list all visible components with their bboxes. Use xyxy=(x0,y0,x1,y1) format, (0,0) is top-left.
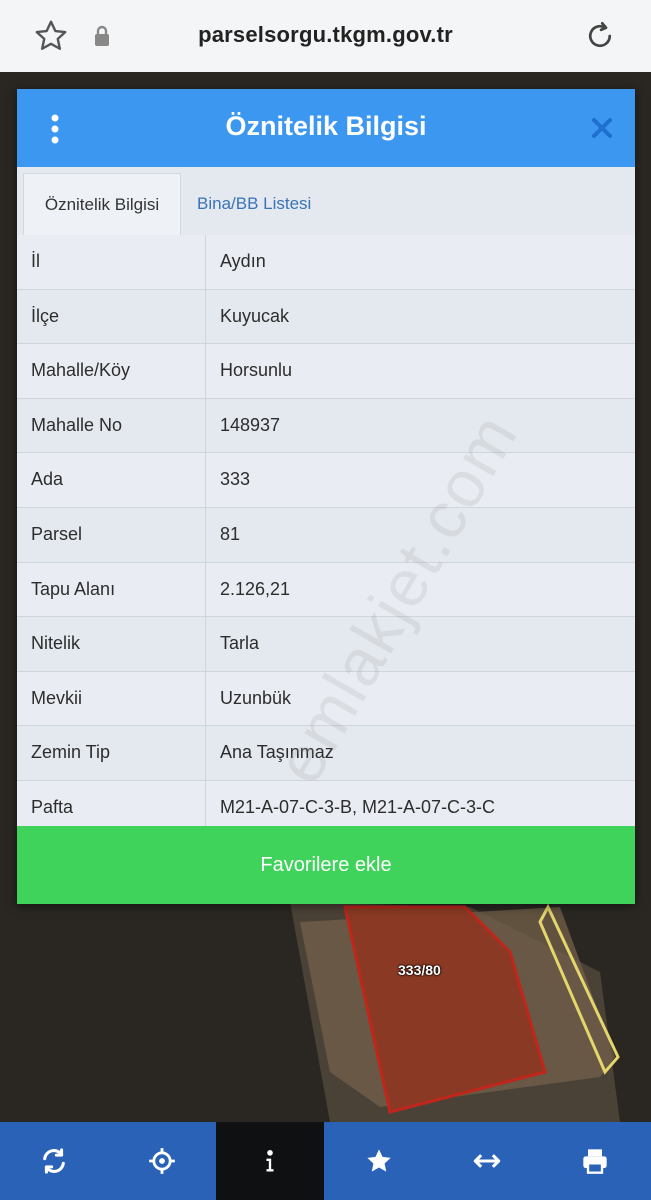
row-value: 2.126,21 xyxy=(220,578,291,599)
tab-oznitelik-bilgisi[interactable]: Öznitelik Bilgisi xyxy=(23,173,181,235)
info-button[interactable] xyxy=(216,1122,324,1200)
attribute-table: İl Aydın İlçe Kuyucak Mahalle/Köy Horsunlu … xyxy=(17,235,635,836)
refresh-icon xyxy=(43,1148,65,1174)
row-value: Horsunlu xyxy=(220,360,293,381)
add-favorite-button[interactable]: Favorilere ekle xyxy=(17,826,635,904)
row-value: 148937 xyxy=(220,414,281,435)
row-key: İlçe xyxy=(31,305,60,326)
url-bar[interactable]: parselsorgu.tkgm.gov.tr xyxy=(0,22,651,48)
row-value: Uzunbük xyxy=(220,687,292,708)
table-row: Nitelik Tarla xyxy=(17,617,635,672)
star-icon xyxy=(367,1149,391,1172)
reload-icon[interactable] xyxy=(582,18,618,54)
dialog-header: Öznitelik Bilgisi xyxy=(17,89,635,167)
table-row: Zemin Tip Ana Taşınmaz xyxy=(17,726,635,781)
row-key: Ada xyxy=(31,469,64,490)
row-value: Aydın xyxy=(220,251,266,271)
measure-button[interactable] xyxy=(433,1122,541,1200)
locate-icon xyxy=(149,1148,175,1174)
row-key: Parsel xyxy=(31,523,83,544)
dialog-tabs: Öznitelik Bilgisi Bina/BB Listesi xyxy=(17,167,635,236)
row-value: 81 xyxy=(220,523,241,544)
print-icon xyxy=(583,1149,607,1174)
attribute-dialog: Öznitelik Bilgisi Öznitelik Bilgisi Bina… xyxy=(17,89,635,904)
locate-button[interactable] xyxy=(108,1122,216,1200)
info-icon xyxy=(266,1150,274,1172)
bottom-toolbar xyxy=(0,1122,651,1200)
table-row: Mahalle/Köy Horsunlu xyxy=(17,344,635,399)
print-button[interactable] xyxy=(541,1122,649,1200)
row-key: İl xyxy=(31,251,40,271)
browser-top-bar: parselsorgu.tkgm.gov.tr xyxy=(0,0,651,72)
refresh-button[interactable] xyxy=(0,1122,108,1200)
row-value: Ana Taşınmaz xyxy=(220,742,334,763)
row-key: Mahalle No xyxy=(31,414,123,435)
table-row: Ada 333 xyxy=(17,453,635,508)
parcel-label: 333/80 xyxy=(398,962,441,978)
row-key: Mevkii xyxy=(31,687,83,708)
table-row: Tapu Alanı 2.126,21 xyxy=(17,562,635,618)
row-value: 333 xyxy=(220,469,251,490)
row-key: Tapu Alanı xyxy=(31,578,116,599)
table-row: Mevkii Uzunbük xyxy=(17,671,635,727)
row-key: Mahalle/Köy xyxy=(31,360,131,381)
favorites-button[interactable] xyxy=(325,1122,433,1200)
table-row: Parsel 81 xyxy=(17,507,635,563)
row-key: Zemin Tip xyxy=(31,742,111,763)
dialog-title: Öznitelik Bilgisi xyxy=(225,111,427,141)
row-value: Tarla xyxy=(220,633,260,654)
table-row: İlçe Kuyucak xyxy=(17,289,635,345)
row-value: Kuyucak xyxy=(220,305,290,326)
row-key: Nitelik xyxy=(31,633,81,654)
measure-icon xyxy=(473,1154,501,1168)
table-row: Mahalle No 148937 xyxy=(17,398,635,454)
tab-bina-bb-listesi[interactable]: Bina/BB Listesi xyxy=(197,173,311,235)
table-row: İl Aydın xyxy=(17,235,635,290)
close-icon[interactable] xyxy=(591,117,613,139)
